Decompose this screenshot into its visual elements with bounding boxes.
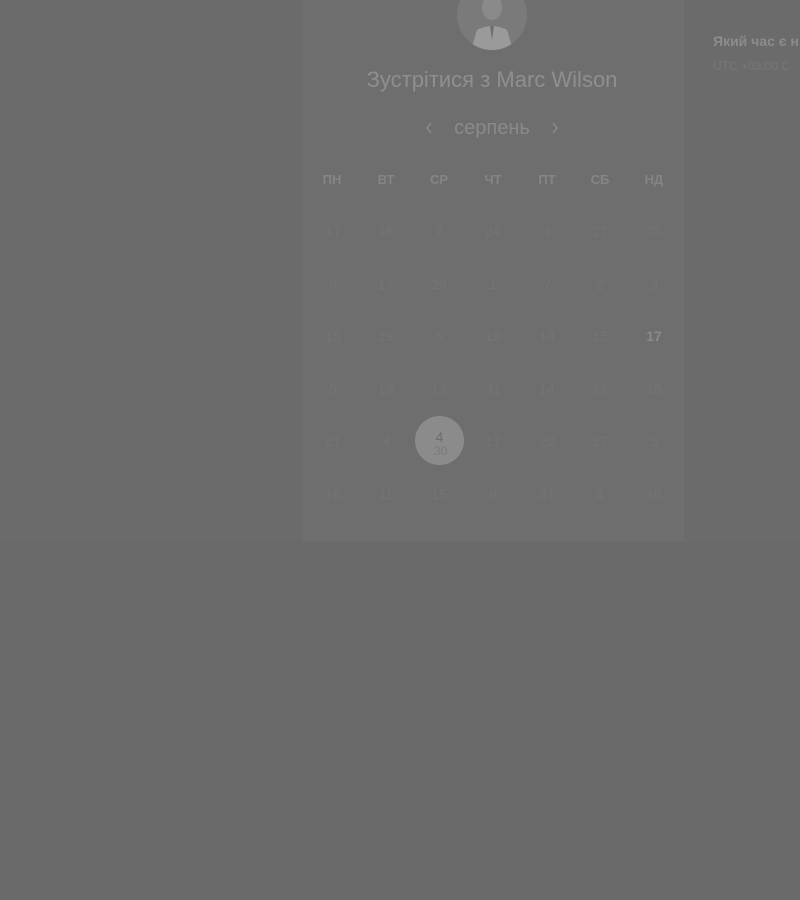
calendar-day[interactable]: 4	[582, 482, 618, 506]
calendar-day[interactable]: 16	[315, 482, 351, 506]
calendar-day[interactable]: 4	[529, 219, 565, 243]
calendar-day[interactable]: 16	[368, 219, 404, 243]
calendar-day[interactable]: 15	[421, 482, 457, 506]
calendar-day[interactable]: 21	[315, 429, 351, 453]
calendar-day[interactable]: 17	[475, 429, 511, 453]
calendar-day[interactable]: 29	[421, 272, 457, 296]
calendar-day[interactable]: 4	[368, 429, 404, 453]
weekday-label: ВТ	[377, 172, 395, 187]
calendar-day[interactable]: 16	[636, 482, 672, 506]
calendar-day[interactable]: 13	[421, 377, 457, 401]
calendar-day[interactable]: 3	[636, 272, 672, 296]
weekday-label: ПТ	[538, 172, 556, 187]
weekday-label: СР	[429, 172, 449, 187]
calendar-day[interactable]: 24	[475, 219, 511, 243]
calendar-day[interactable]: 15	[315, 324, 351, 348]
calendar-day[interactable]: 2	[582, 272, 618, 296]
timezone-question: Який час є н	[713, 33, 799, 49]
calendar-day[interactable]: 22	[582, 377, 618, 401]
calendar-day[interactable]: 7	[421, 219, 457, 243]
calendar-day[interactable]: 27	[582, 219, 618, 243]
calendar-day[interactable]: 25	[636, 219, 672, 243]
calendar-day[interactable]: 17	[368, 272, 404, 296]
calendar-day[interactable]: 15	[582, 324, 618, 348]
selected-day-ghost: 30	[434, 444, 448, 458]
calendar-day[interactable]: 14	[529, 377, 565, 401]
selected-day-number: 4	[435, 429, 444, 445]
calendar-day[interactable]: 5	[315, 377, 351, 401]
chevron-right-icon[interactable]	[550, 120, 560, 136]
calendar-day[interactable]: 22	[529, 429, 565, 453]
calendar-day[interactable]: 15	[636, 377, 672, 401]
calendar-day[interactable]: 3	[636, 429, 672, 453]
calendar-day[interactable]: 8	[475, 482, 511, 506]
weekday-label: ЧТ	[484, 172, 502, 187]
calendar-day[interactable]: 9	[315, 272, 351, 296]
calendar-day[interactable]: 11	[368, 482, 404, 506]
timezone-value[interactable]: UTC +03:00 C	[713, 59, 799, 73]
calendar-day[interactable]: 1	[475, 272, 511, 296]
month-navigation: серпень	[302, 113, 682, 143]
chevron-left-icon[interactable]	[424, 120, 434, 136]
calendar-day[interactable]: 7	[529, 272, 565, 296]
calendar-day[interactable]: 5	[421, 324, 457, 348]
calendar-day[interactable]: 19	[368, 324, 404, 348]
calendar-day[interactable]: 17	[315, 219, 351, 243]
page-title: Зустрітися з Marc Wilson	[366, 67, 618, 92]
calendar-day[interactable]: 27	[582, 429, 618, 453]
calendar-day[interactable]: 14	[529, 324, 565, 348]
weekday-label: НД	[644, 172, 664, 187]
calendar-day-highlighted[interactable]: 17	[636, 324, 672, 348]
weekday-label: СБ	[590, 172, 610, 187]
month-label: серпень	[454, 116, 530, 139]
weekday-label: ПН	[322, 172, 342, 187]
calendar-day[interactable]: 31	[475, 377, 511, 401]
booking-page: Зустрітися з Marc Wilson серпень ПН ВТ С…	[0, 0, 800, 900]
timezone-section: Який час є н UTC +03:00 C	[713, 33, 799, 73]
calendar-day[interactable]: 19	[475, 324, 511, 348]
calendar-day[interactable]: 19	[368, 377, 404, 401]
calendar-day[interactable]: 31	[529, 482, 565, 506]
